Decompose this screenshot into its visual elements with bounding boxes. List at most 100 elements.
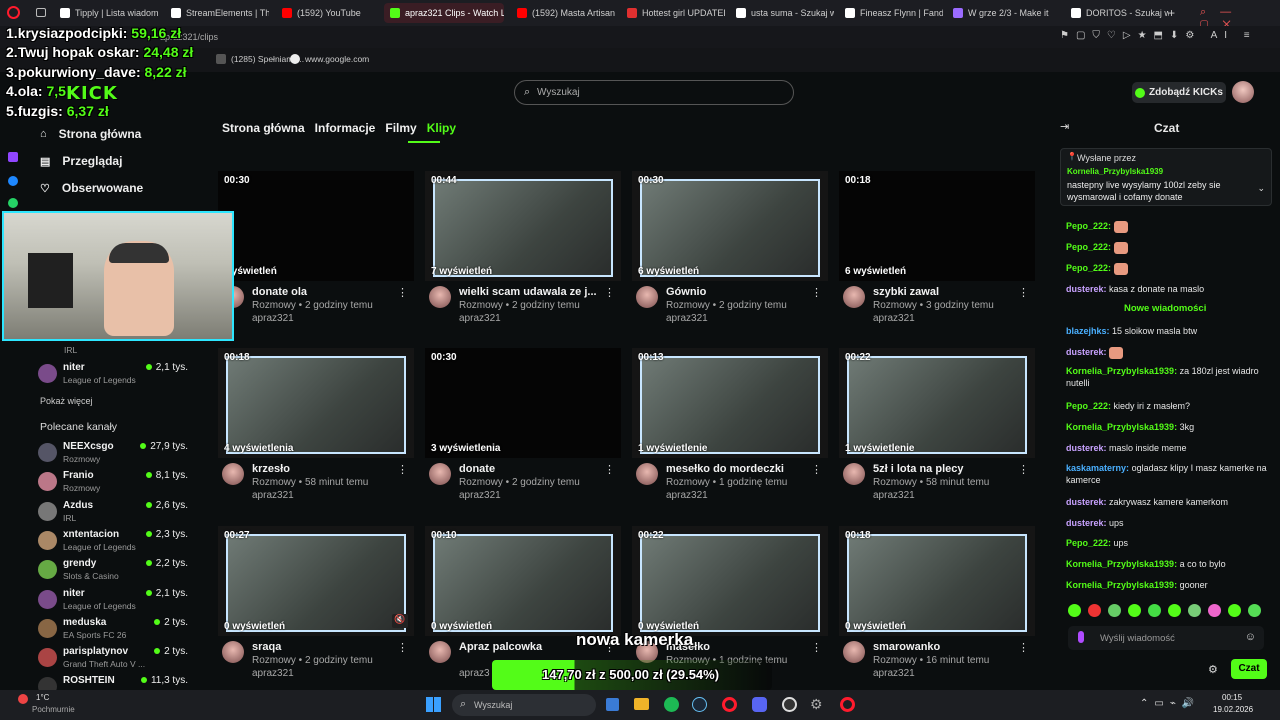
send-chat-button[interactable]: Czat: [1231, 659, 1267, 679]
chat-message[interactable]: Pepo_222: ups: [1066, 537, 1271, 549]
chat-username[interactable]: blazejhks:: [1066, 326, 1110, 336]
clip-thumbnail[interactable]: 00:30 6 wyświetleń: [632, 171, 828, 281]
tab-about[interactable]: Informacje: [315, 121, 376, 135]
chat-username[interactable]: Pepo_222:: [1066, 263, 1111, 273]
tab-videos[interactable]: Filmy: [385, 121, 416, 135]
ai-label-icon[interactable]: AI: [1211, 30, 1234, 41]
recommended-channel[interactable]: xntentacion League of Legends 2,3 tys.: [38, 529, 188, 555]
emote-icon[interactable]: [1108, 604, 1121, 617]
chat-message[interactable]: Pepo_222:: [1066, 220, 1271, 233]
chat-username[interactable]: dusterek:: [1066, 347, 1107, 357]
chat-message[interactable]: Kornelia_Przybylska1939: za 180zl jest w…: [1066, 365, 1271, 389]
more-options-icon[interactable]: ⋮: [604, 286, 615, 299]
chat-username[interactable]: dusterek:: [1066, 284, 1107, 294]
followed-channel[interactable]: niter League of Legends 2,1 tys.: [38, 362, 188, 388]
emote-icon[interactable]: [1228, 604, 1241, 617]
new-messages-divider[interactable]: Nowe wiadomości: [1124, 303, 1206, 314]
emote-icon[interactable]: [1088, 604, 1101, 617]
chat-message[interactable]: kaskamaterny: ogladasz klipy I masz kame…: [1066, 462, 1271, 486]
channel-avatar[interactable]: [429, 286, 451, 308]
chat-message[interactable]: Pepo_222: kiedy iri z masłem?: [1066, 400, 1271, 412]
whatsapp-icon[interactable]: [8, 198, 18, 208]
clip-title[interactable]: donate: [459, 463, 609, 475]
more-options-icon[interactable]: ⋮: [811, 641, 822, 654]
recommended-channel[interactable]: niter League of Legends 2,1 tys.: [38, 588, 188, 614]
more-options-icon[interactable]: ⋮: [397, 641, 408, 654]
browser-tab[interactable]: (1592) YouTube: [276, 3, 376, 23]
nav-browse[interactable]: ▤ Przeglądaj: [40, 154, 122, 168]
more-options-icon[interactable]: ⋮: [1018, 286, 1029, 299]
recommended-channel[interactable]: NEEXcsgo Rozmowy 27,9 tys.: [38, 441, 188, 467]
spotify-icon[interactable]: [664, 697, 679, 712]
clip-category[interactable]: Rozmowy: [873, 655, 917, 666]
clip-channel[interactable]: apraz321: [666, 313, 708, 324]
emote-icon[interactable]: [1068, 604, 1081, 617]
clip-card[interactable]: 00:22 1 wyświetlenie 5zł i lota na plecy Ro…: [839, 348, 1035, 523]
browser-tab[interactable]: Hottest girl UPDATED: [621, 3, 725, 23]
clip-card[interactable]: 00:18 4 wyświetlenia krzesło Rozmowy • 58 m…: [218, 348, 414, 523]
channel-avatar[interactable]: [429, 463, 451, 485]
chat-message[interactable]: dusterek: maslo inside meme: [1066, 442, 1271, 454]
chat-message[interactable]: dusterek: ups: [1066, 517, 1271, 529]
browser-tab[interactable]: Fineasz Flynn | Fand: [839, 3, 943, 23]
clip-category[interactable]: Rozmowy: [252, 300, 296, 311]
browser-tab[interactable]: usta suma - Szukaj w: [730, 3, 834, 23]
clip-title[interactable]: donate ola: [252, 286, 402, 298]
emote-icon[interactable]: [1168, 604, 1181, 617]
search-tabs-icon[interactable]: ⌕: [1200, 6, 1220, 18]
clip-category[interactable]: Rozmowy: [873, 477, 917, 488]
chat-message[interactable]: Kornelia_Przybylska1939: 3kg: [1066, 421, 1271, 433]
clip-channel[interactable]: apraz321: [459, 313, 501, 324]
clip-channel[interactable]: apraz321: [666, 490, 708, 501]
more-options-icon[interactable]: ⋮: [1018, 641, 1029, 654]
new-tab-icon[interactable]: +: [1168, 6, 1175, 20]
clip-title[interactable]: szybki zawal: [873, 286, 1023, 298]
more-options-icon[interactable]: ⋮: [811, 463, 822, 476]
chat-message[interactable]: Kornelia_Przybylska1939: gooner: [1066, 579, 1271, 591]
more-options-icon[interactable]: ⋮: [811, 286, 822, 299]
more-options-icon[interactable]: ⋮: [397, 463, 408, 476]
chat-username[interactable]: Kornelia_Przybylska1939:: [1066, 559, 1177, 569]
windows-start-icon[interactable]: [426, 697, 441, 712]
expand-pinned-icon[interactable]: ⌄: [1257, 183, 1265, 194]
clip-title[interactable]: wielki scam udawala ze j...: [459, 286, 609, 298]
chat-username[interactable]: kaskamaterny:: [1066, 463, 1129, 473]
chat-message[interactable]: Pepo_222:: [1066, 262, 1271, 275]
nav-home[interactable]: ⌂ Strona główna: [40, 127, 141, 141]
clip-channel[interactable]: apraz321: [873, 490, 915, 501]
chat-username[interactable]: dusterek:: [1066, 518, 1107, 528]
browser-tab[interactable]: StreamElements | Th: [165, 3, 269, 23]
mic-icon[interactable]: [1078, 631, 1084, 643]
chat-message[interactable]: dusterek:: [1066, 346, 1271, 359]
clip-channel[interactable]: apraz321: [873, 668, 915, 679]
clip-thumbnail[interactable]: 00:22 1 wyświetlenie: [839, 348, 1035, 458]
user-avatar[interactable]: [1232, 81, 1254, 103]
clip-channel[interactable]: apraz3: [459, 668, 490, 679]
recommended-channel[interactable]: Franio Rozmowy 8,1 tys.: [38, 470, 188, 496]
channel-avatar[interactable]: [843, 463, 865, 485]
clip-title[interactable]: sraqa: [252, 641, 402, 653]
emote-icon[interactable]: [1148, 604, 1161, 617]
chat-username[interactable]: dusterek:: [1066, 443, 1107, 453]
tab-menu-icon[interactable]: [36, 8, 46, 17]
chat-username[interactable]: Pepo_222:: [1066, 221, 1111, 231]
tray-icons[interactable]: ⌃▭⌁🔊: [1140, 698, 1200, 709]
chat-message[interactable]: Pepo_222:: [1066, 241, 1271, 254]
more-options-icon[interactable]: ⋮: [397, 286, 408, 299]
emote-icon[interactable]: [1208, 604, 1221, 617]
nav-following[interactable]: ♡ Obserwowane: [40, 181, 143, 195]
collapse-chat-icon[interactable]: ⇥: [1060, 120, 1069, 133]
mute-icon[interactable]: 🔇: [392, 614, 408, 628]
clip-thumbnail[interactable]: 00:10 0 wyświetleń: [425, 526, 621, 636]
browser-tab[interactable]: W grze 2/3 - Make it: [947, 3, 1059, 23]
opera-logo-icon[interactable]: [7, 6, 20, 19]
search-box[interactable]: ⌕ Wyszukaj: [514, 80, 794, 105]
recommended-channel[interactable]: meduska EA Sports FC 26 2 tys.: [38, 617, 188, 643]
chat-message[interactable]: dusterek: zakrywasz kamere kamerkom: [1066, 496, 1271, 508]
channel-avatar[interactable]: [636, 463, 658, 485]
opera-gx-icon[interactable]: [840, 697, 855, 712]
clip-thumbnail[interactable]: 00:18 6 wyświetleń: [839, 171, 1035, 281]
clip-channel[interactable]: apraz321: [459, 490, 501, 501]
recommended-channel[interactable]: grendy Slots & Casino 2,2 tys.: [38, 558, 188, 584]
clip-category[interactable]: Rozmowy: [459, 477, 503, 488]
